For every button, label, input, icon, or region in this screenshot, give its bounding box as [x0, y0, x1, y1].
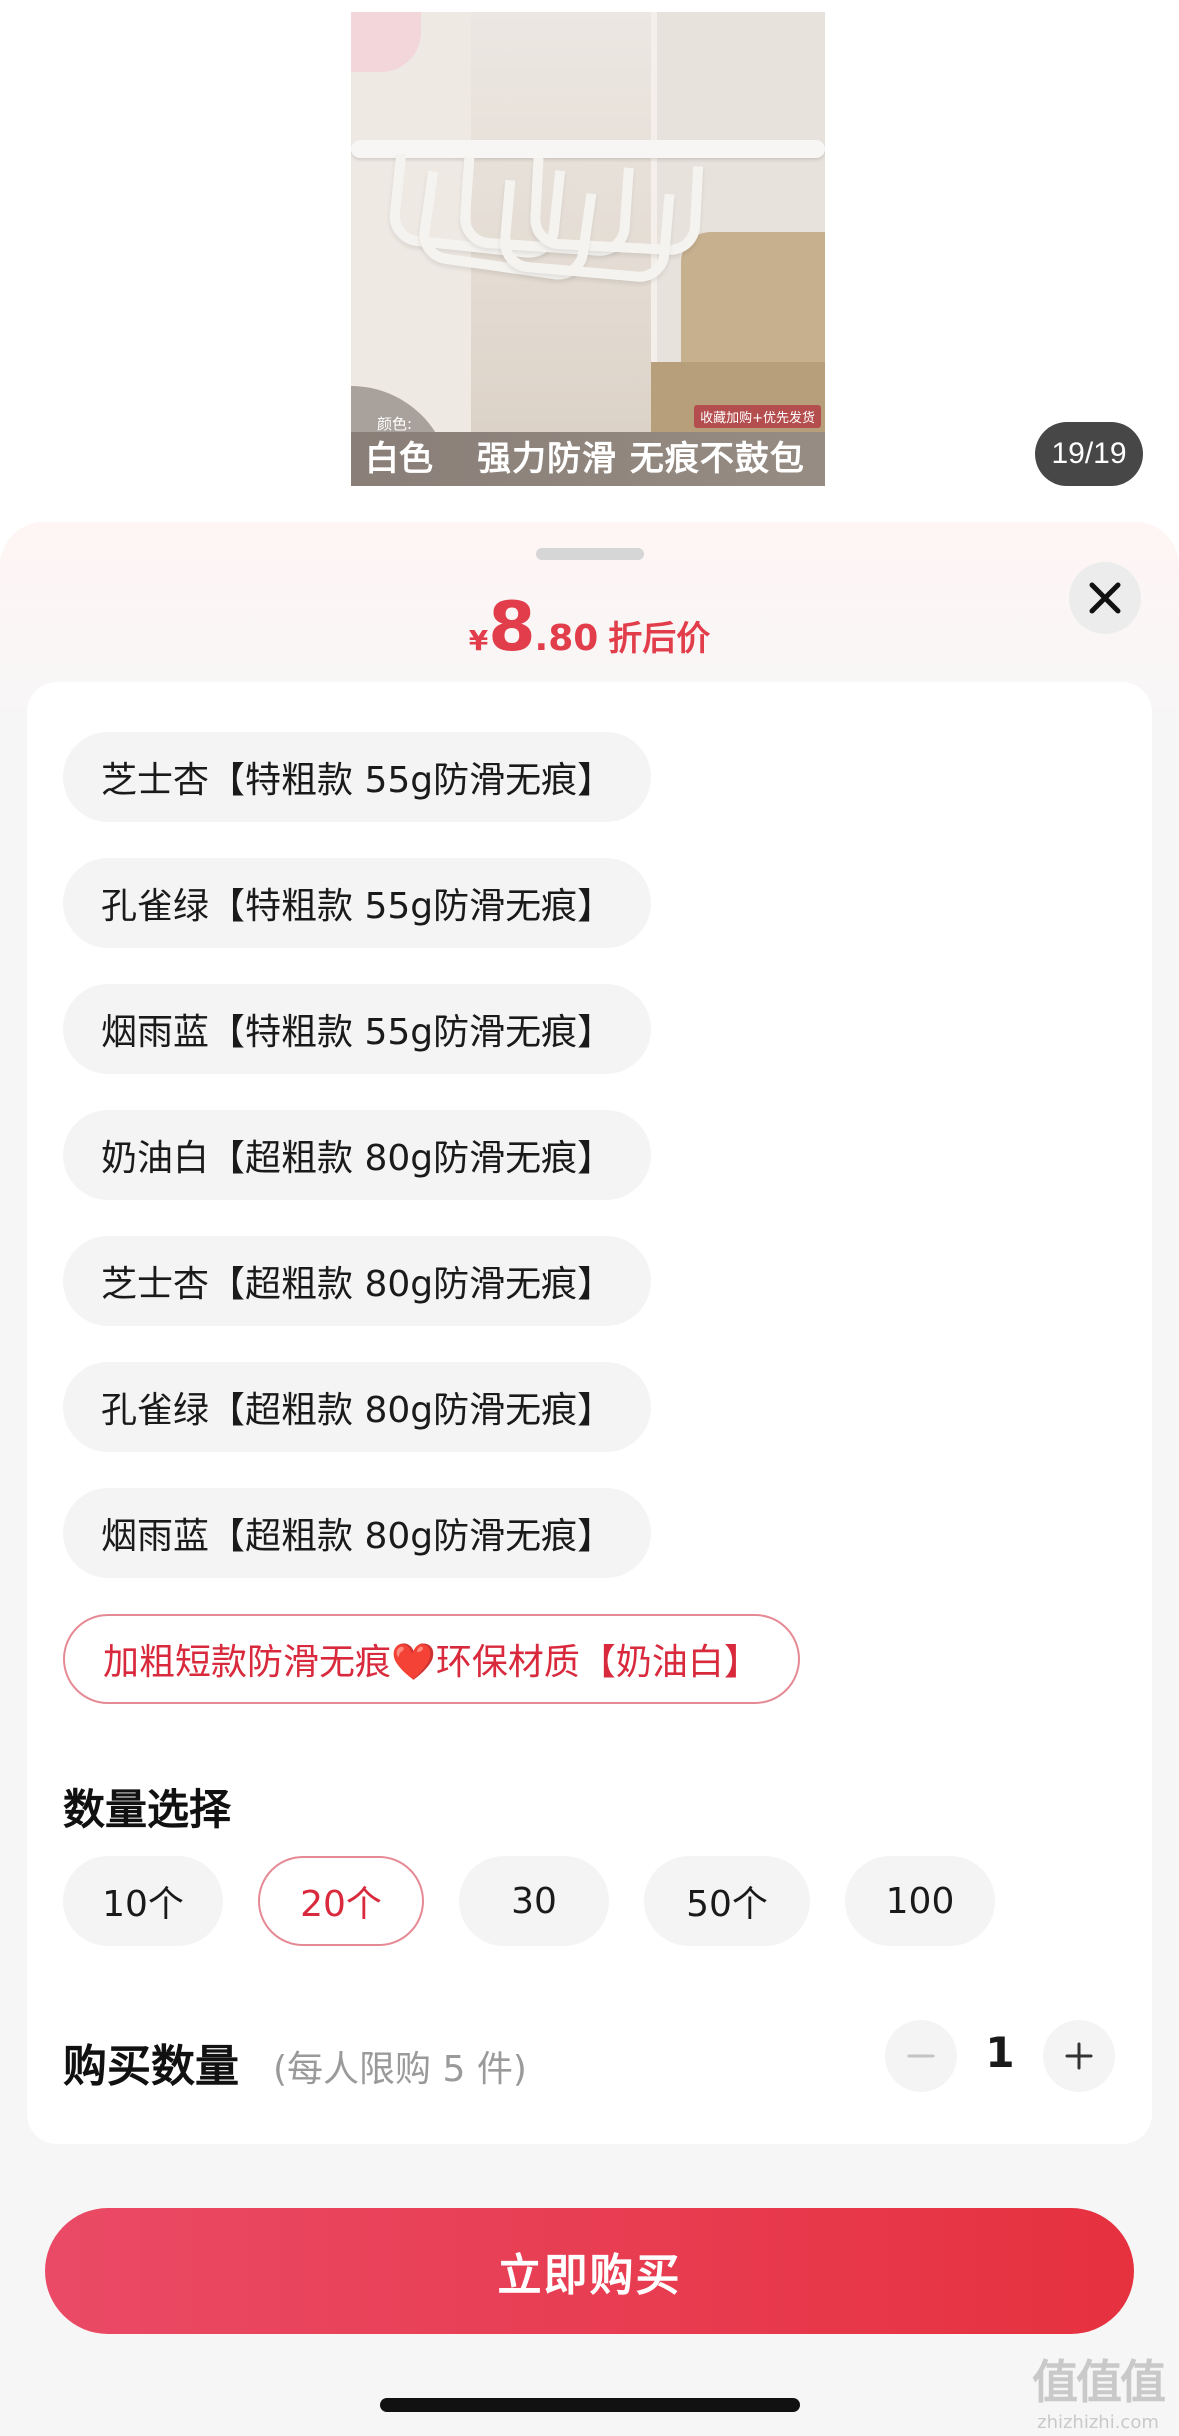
price-currency: ¥ [468, 624, 489, 657]
spec-option[interactable]: 芝士杏【超粗款 80g防滑无痕】 [63, 1236, 652, 1326]
quantity-option[interactable]: 10个 [63, 1856, 223, 1946]
quantity-value[interactable]: 1 [967, 2028, 1033, 2077]
spec-option-selected[interactable]: 加粗短款防滑无痕❤️环保材质【奶油白】 [63, 1614, 800, 1704]
drag-handle[interactable] [536, 548, 644, 560]
site-watermark: 值值值 zhizhizhi.com [1028, 2346, 1168, 2433]
price-row: ¥8.80 折后价 [0, 588, 1179, 667]
quantity-option-selected[interactable]: 20个 [258, 1856, 424, 1946]
spec-option[interactable]: 烟雨蓝【特粗款 55g防滑无痕】 [63, 984, 652, 1074]
spec-option[interactable]: 孔雀绿【特粗款 55g防滑无痕】 [63, 858, 652, 948]
quantity-section-title: 数量选择 [63, 1785, 232, 1834]
increment-button[interactable] [1043, 2020, 1115, 2092]
price-integer: 8 [488, 588, 535, 667]
spec-option[interactable]: 芝士杏【特粗款 55g防滑无痕】 [63, 732, 652, 822]
purchase-quantity-title: 购买数量 [63, 2041, 239, 2092]
quantity-option[interactable]: 50个 [644, 1856, 810, 1946]
spec-option[interactable]: 烟雨蓝【超粗款 80g防滑无痕】 [63, 1488, 652, 1578]
image-color-name: 白色 [365, 439, 433, 479]
price-label: 折后价 [608, 619, 711, 659]
price-decimal: .80 [534, 618, 599, 659]
purchase-limit-note: (每人限购 5 件) [273, 2049, 527, 2090]
image-page-counter: 19/19 [1035, 422, 1143, 486]
decrement-button[interactable] [885, 2020, 957, 2092]
home-indicator[interactable] [380, 2398, 800, 2412]
buy-now-button[interactable]: 立即购买 [45, 2208, 1134, 2334]
quantity-option[interactable]: 100 [845, 1856, 995, 1946]
spec-option[interactable]: 奶油白【超粗款 80g防滑无痕】 [63, 1110, 652, 1200]
product-image[interactable]: 收藏加购+优先发货 颜色: 白色 强力防滑 无痕不鼓包 [351, 12, 825, 486]
image-hanger [497, 179, 675, 285]
watermark-logo: 值值值 [1032, 2355, 1166, 2409]
image-promo-tag: 收藏加购+优先发货 [694, 405, 821, 428]
spec-option[interactable]: 孔雀绿【超粗款 80g防滑无痕】 [63, 1362, 652, 1452]
sku-selector-sheet: ¥8.80 折后价 芝士杏【特粗款 55g防滑无痕】 孔雀绿【特粗款 55g防滑无… [0, 522, 1179, 2436]
image-slogan: 强力防滑 无痕不鼓包 [477, 439, 805, 479]
plus-icon [1065, 2042, 1093, 2070]
quantity-option[interactable]: 30 [459, 1856, 609, 1946]
minus-icon [907, 2054, 935, 2058]
options-card: 芝士杏【特粗款 55g防滑无痕】 孔雀绿【特粗款 55g防滑无痕】 烟雨蓝【特粗… [27, 682, 1152, 2144]
watermark-url: zhizhizhi.com [1037, 2412, 1159, 2433]
